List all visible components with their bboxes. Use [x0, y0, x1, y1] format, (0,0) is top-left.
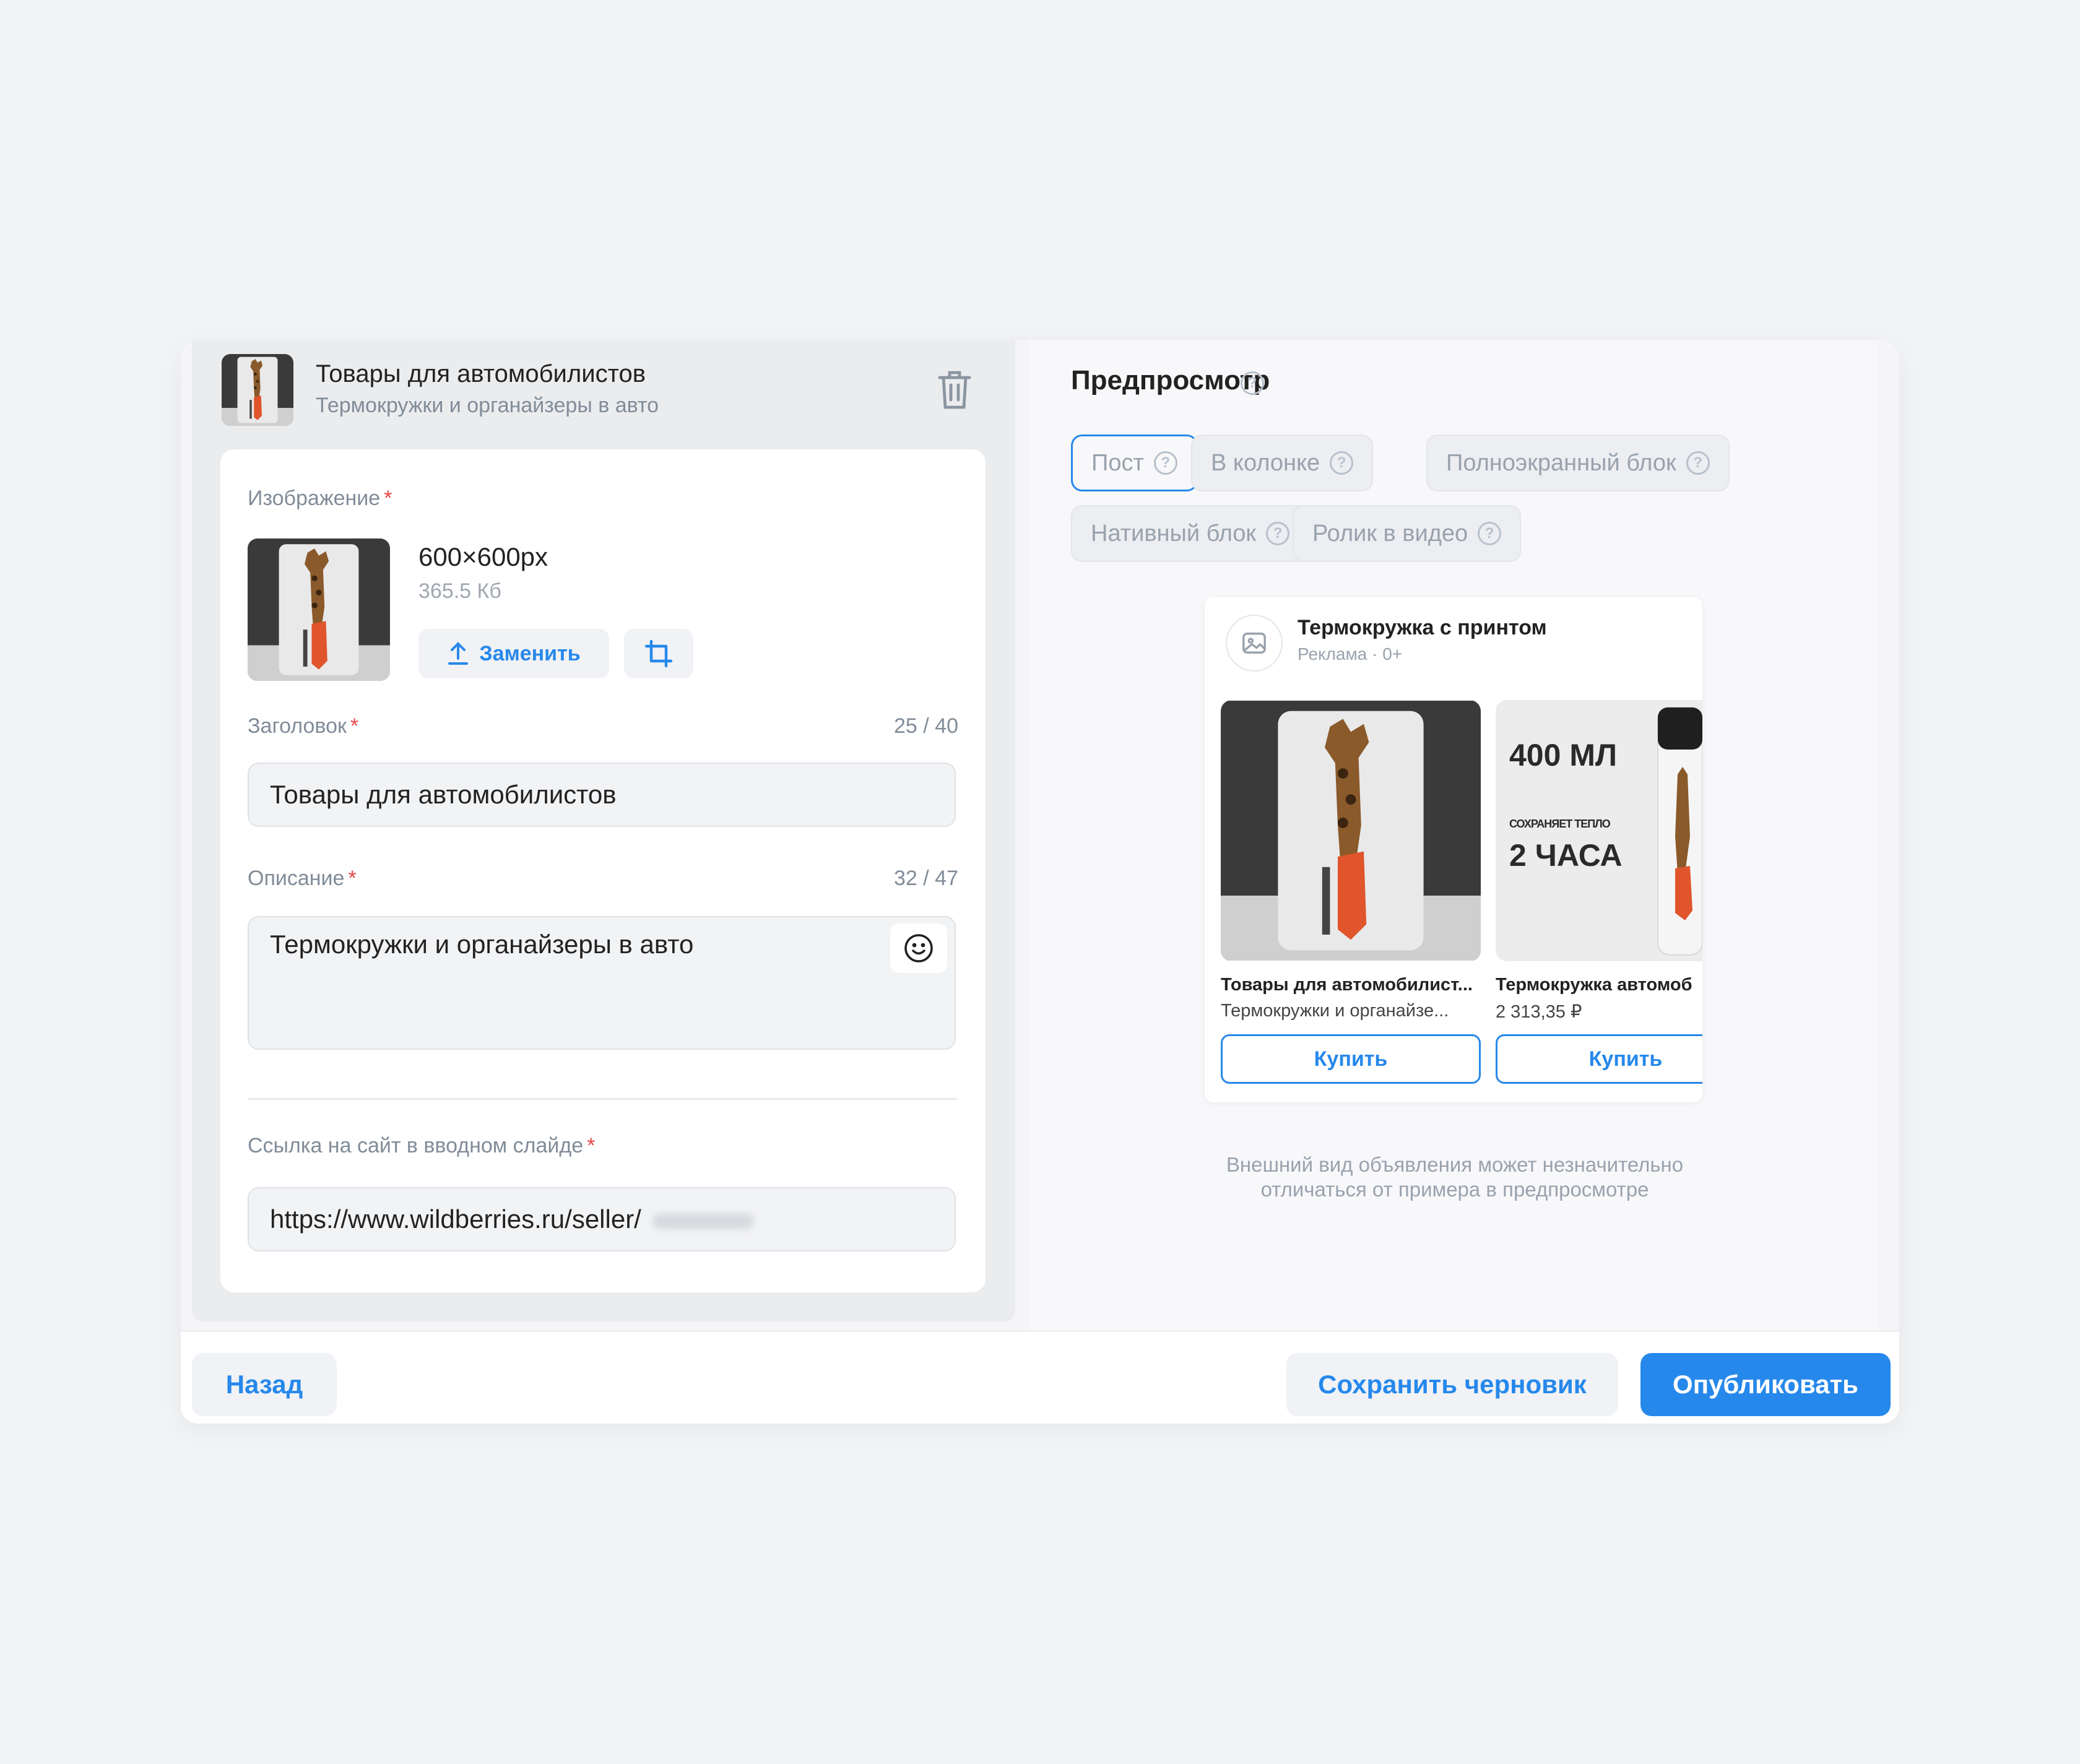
carousel-slide-subtitle: Термокружки и органайзе...: [1221, 1001, 1449, 1021]
redacted-seller-id: [652, 1213, 754, 1229]
image-preview: [248, 538, 390, 681]
emoji-button[interactable]: [890, 923, 947, 973]
format-tab-video[interactable]: Ролик в видео ?: [1293, 505, 1522, 562]
carousel-slide-title: Термокружка автомоб: [1496, 975, 1692, 995]
ad-meta: Реклама · 0+: [1298, 644, 1403, 664]
image-file-size: 365.5 Кб: [418, 579, 501, 603]
buy-button[interactable]: Купить: [1496, 1034, 1702, 1084]
preview-title: Предпросмотр: [1071, 365, 1270, 396]
form-divider: [248, 1098, 957, 1100]
image-icon: [1242, 633, 1266, 654]
upload-icon: [448, 642, 469, 665]
description-value: Термокружки и органайзеры в авто: [270, 930, 694, 959]
emoji-icon: [904, 934, 933, 962]
format-tab-native[interactable]: Нативный блок ?: [1071, 505, 1310, 562]
crop-icon: [644, 639, 673, 668]
slide-form: Изображение * 600×600px 365.5 Кб Заменить…: [220, 449, 986, 1292]
advertiser-name: Термокружка с принтом: [1298, 616, 1547, 639]
help-icon[interactable]: ?: [1266, 522, 1290, 545]
help-icon[interactable]: ?: [1330, 451, 1354, 475]
advertiser-avatar: [1226, 615, 1283, 672]
replace-image-button[interactable]: Заменить: [418, 629, 609, 678]
heading-counter: 25 / 40: [894, 714, 958, 738]
carousel-slide-image[interactable]: 400 МЛ СОХРАНЯЕТ ТЕПЛО 2 ЧАСА: [1496, 700, 1702, 961]
description-textarea[interactable]: Термокружки и органайзеры в авто: [248, 916, 956, 1050]
link-label: Ссылка на сайт в вводном слайде *: [248, 1134, 596, 1157]
banner-volume: 400 МЛ: [1509, 738, 1618, 772]
trash-icon[interactable]: [935, 368, 974, 412]
carousel-slide-image[interactable]: [1221, 700, 1481, 961]
back-button[interactable]: Назад: [192, 1353, 337, 1416]
help-icon[interactable]: ?: [1686, 451, 1710, 475]
buy-button[interactable]: Купить: [1221, 1034, 1481, 1084]
image-dimensions: 600×600px: [418, 542, 548, 571]
preview-disclaimer: Внешний вид объявления может незначитель…: [1226, 1153, 1684, 1201]
format-tab-column[interactable]: В колонке ?: [1191, 435, 1374, 491]
help-icon[interactable]: ?: [1153, 451, 1177, 475]
heading-value: Товары для автомобилистов: [270, 780, 617, 809]
ad-preview-card: Термокружка с принтом Реклама · 0+ Товар…: [1205, 597, 1702, 1102]
link-input[interactable]: https://www.wildberries.ru/seller/: [248, 1187, 956, 1252]
heading-label: Заголовок *: [248, 714, 359, 738]
slide-editor-panel: Товары для автомобилистов Термокружки и …: [192, 340, 1015, 1322]
help-icon[interactable]: ?: [1478, 522, 1502, 545]
description-counter: 32 / 47: [894, 867, 958, 890]
description-label: Описание *: [248, 867, 357, 890]
banner-hours: 2 ЧАСА: [1509, 838, 1623, 873]
slide-title: Товары для автомобилистов: [316, 360, 646, 387]
link-value: https://www.wildberries.ru/seller/: [270, 1204, 641, 1234]
slide-thumbnail[interactable]: [222, 354, 293, 426]
heading-input[interactable]: Товары для автомобилистов: [248, 763, 956, 827]
crop-button[interactable]: [624, 629, 693, 678]
carousel-slide-price: 2 313,35 ₽: [1496, 1002, 1582, 1022]
format-tab-post[interactable]: Пост ?: [1071, 435, 1198, 491]
slide-subtitle: Термокружки и органайзеры в авто: [316, 394, 659, 417]
banner-tagline: СОХРАНЯЕТ ТЕПЛО: [1509, 818, 1611, 830]
format-tab-fullscreen[interactable]: Полноэкранный блок ?: [1426, 435, 1730, 491]
replace-image-label: Заменить: [479, 641, 581, 665]
image-label: Изображение *: [248, 486, 392, 510]
help-icon[interactable]: ?: [1241, 371, 1264, 395]
publish-button[interactable]: Опубликовать: [1640, 1353, 1891, 1416]
carousel-slide-title: Товары для автомобилист...: [1221, 975, 1473, 995]
footer-bar: Назад Сохранить черновик Опубликовать: [181, 1331, 1899, 1424]
save-draft-button[interactable]: Сохранить черновик: [1286, 1353, 1618, 1416]
